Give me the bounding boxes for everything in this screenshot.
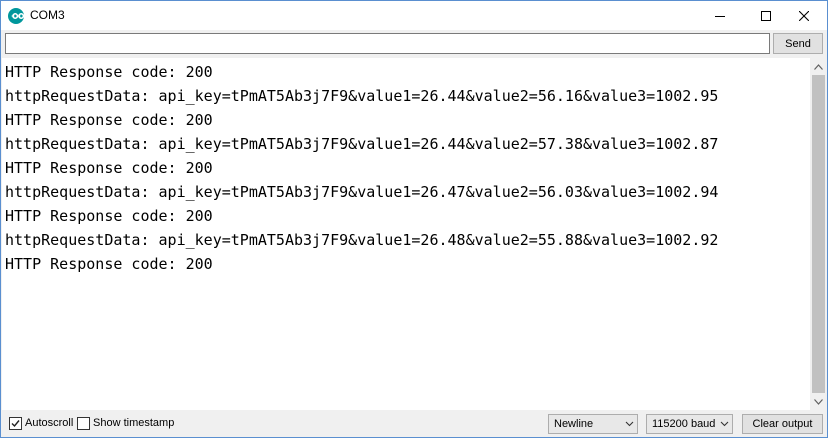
minimize-button[interactable] [697,1,743,30]
clear-output-button[interactable]: Clear output [742,414,823,434]
checkmark-icon [11,420,20,428]
close-button[interactable] [781,1,827,30]
arduino-infinity-icon [8,8,24,24]
serial-output: HTTP Response code: 200 httpRequestData:… [2,58,810,410]
chevron-up-icon [814,63,823,70]
output-line: httpRequestData: api_key=tPmAT5Ab3j7F9&v… [5,183,719,201]
show-timestamp-label[interactable]: Show timestamp [93,416,174,431]
chevron-down-icon [720,421,729,427]
autoscroll-label[interactable]: Autoscroll [25,416,73,431]
output-line: HTTP Response code: 200 [5,111,213,129]
status-bar: Autoscroll Show timestamp Newline 115200… [1,411,827,437]
title-bar: COM3 [1,1,827,30]
scroll-up-button[interactable] [810,58,827,75]
send-row: Send [1,30,827,57]
maximize-icon [761,10,771,21]
chevron-down-icon [625,421,634,427]
output-line: HTTP Response code: 200 [5,255,213,273]
window-title: COM3 [30,8,65,22]
baud-rate-select[interactable]: 115200 baud [646,414,733,434]
output-line: HTTP Response code: 200 [5,159,213,177]
line-ending-select[interactable]: Newline [548,414,638,434]
output-line: httpRequestData: api_key=tPmAT5Ab3j7F9&v… [5,135,719,153]
send-button[interactable]: Send [773,33,823,54]
show-timestamp-checkbox[interactable] [77,417,90,430]
minimize-icon [715,15,725,17]
close-icon [799,10,809,21]
serial-send-input[interactable] [5,33,770,54]
output-line: httpRequestData: api_key=tPmAT5Ab3j7F9&v… [5,87,719,105]
chevron-down-icon [814,398,823,405]
output-line: HTTP Response code: 200 [5,207,213,225]
output-line: HTTP Response code: 200 [5,63,213,81]
scroll-down-button[interactable] [810,393,827,410]
vertical-scrollbar[interactable] [810,58,827,410]
scroll-thumb[interactable] [812,75,825,393]
line-ending-value: Newline [554,418,594,430]
autoscroll-checkbox[interactable] [9,417,22,430]
baud-rate-value: 115200 baud [652,418,716,430]
serial-monitor-window: COM3 Send HTTP Response code: 200 httpRe… [0,0,828,438]
output-line: httpRequestData: api_key=tPmAT5Ab3j7F9&v… [5,231,719,249]
